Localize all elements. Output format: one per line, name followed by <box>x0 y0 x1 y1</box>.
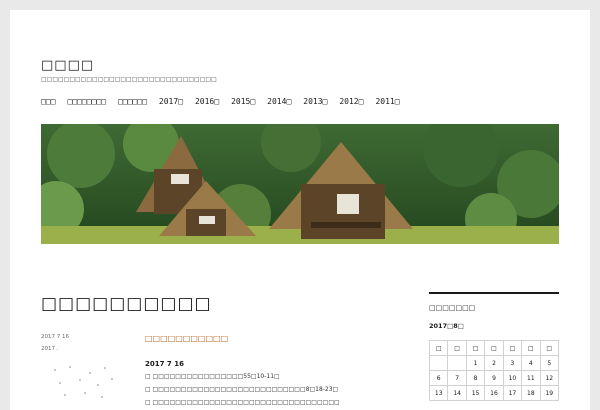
calendar-day: 12 <box>539 370 560 386</box>
post-date: 2017 7 16 <box>145 360 184 368</box>
calendar-day: 6 <box>428 370 449 386</box>
menu-item[interactable]: 2016□ <box>195 97 219 106</box>
calendar-day: 7 <box>447 370 467 386</box>
menu-item[interactable]: □□□ <box>41 97 55 106</box>
calendar-day: 11 <box>521 370 541 386</box>
menu-item[interactable]: □□□□□□□□ <box>67 97 106 106</box>
calendar-day: 3 <box>502 355 523 371</box>
calendar-weekday: □ <box>484 340 504 356</box>
decorative-dots <box>54 366 113 398</box>
header-image <box>41 124 559 244</box>
menu-item[interactable]: 2015□ <box>231 97 255 106</box>
calendar-day <box>447 355 467 371</box>
menu-item[interactable]: 2014□ <box>267 97 291 106</box>
post-line: □ □□□□□□□□□□□□□□□□55□10-11□ <box>145 373 280 380</box>
calendar-day: 14 <box>447 385 467 401</box>
calendar-day: 1 <box>465 355 486 371</box>
page: □□□□ □□□□□□□□□□□□□□□□□□□□□□□□□□□□□□□ □□□… <box>10 10 590 410</box>
calendar-weekday: □ <box>428 340 449 356</box>
calendar-day: 2 <box>484 355 504 371</box>
entry-date[interactable]: 2017 7 16 <box>41 334 69 340</box>
calendar-week: 1 2 3 4 5 <box>428 355 560 371</box>
calendar-week: 6 7 8 9 10 11 12 <box>428 370 560 386</box>
main-menu: □□□ □□□□□□□□ □□□□□□ 2017□ 2016□ 2015□ 20… <box>41 97 412 106</box>
post-line: □ □□□□□□□□□□□□□□□□□□□□□□□□□□□□□□□□□ <box>145 399 340 406</box>
calendar-day: 16 <box>484 385 504 401</box>
calendar-weekday: □ <box>521 340 541 356</box>
calendar-day: 4 <box>521 355 541 371</box>
page-title: □□□□□□□□□□ <box>41 294 212 314</box>
calendar-day: 19 <box>539 385 560 401</box>
calendar-day: 5 <box>539 355 560 371</box>
entry-category[interactable]: 2017 . <box>41 346 59 352</box>
menu-item[interactable]: □□□□□□ <box>118 97 147 106</box>
post-title-link[interactable]: □□□□□□□□□□□ <box>145 334 228 343</box>
menu-item[interactable]: 2012□ <box>339 97 363 106</box>
calendar-weekday: □ <box>539 340 560 356</box>
menu-item[interactable]: 2011□ <box>375 97 399 106</box>
post-line: □ □□□□□□□□□□□□□□□□□□□□□□□□□□□8□18-23□ <box>145 386 339 393</box>
calendar-weekday: □ <box>465 340 486 356</box>
calendar-table: □ □ □ □ □ □ □ 1 2 3 4 5 6 7 8 9 10 11 12… <box>428 340 560 401</box>
widget-title: □□□□□□□ <box>429 304 476 312</box>
calendar-weekday: □ <box>502 340 523 356</box>
calendar-day <box>428 355 449 371</box>
menu-item[interactable]: 2013□ <box>303 97 327 106</box>
site-title[interactable]: □□□□ <box>41 58 94 73</box>
calendar-weekday: □ <box>447 340 467 356</box>
site-description: □□□□□□□□□□□□□□□□□□□□□□□□□□□□□□□ <box>41 76 217 83</box>
menu-item[interactable]: 2017□ <box>159 97 183 106</box>
calendar-week: 13 14 15 16 17 18 19 <box>428 385 560 401</box>
calendar-day: 9 <box>484 370 504 386</box>
calendar-day: 17 <box>502 385 523 401</box>
calendar-day: 15 <box>465 385 486 401</box>
calendar-caption: 2017□8□ <box>429 322 464 330</box>
calendar-day: 10 <box>502 370 523 386</box>
calendar-day: 8 <box>465 370 486 386</box>
calendar-day: 13 <box>428 385 449 401</box>
calendar-day: 18 <box>521 385 541 401</box>
calendar-header-row: □ □ □ □ □ □ □ <box>428 340 560 356</box>
widget-divider <box>429 292 559 294</box>
